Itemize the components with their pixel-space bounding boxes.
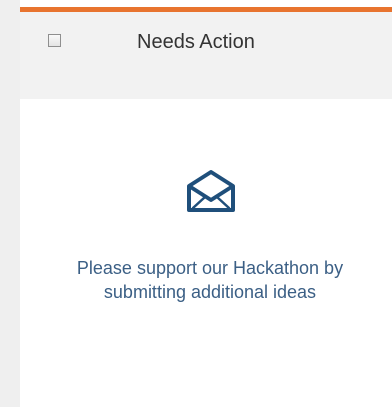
left-gutter <box>0 0 20 407</box>
stage: Needs Action Please support our Hackatho… <box>0 0 392 407</box>
open-envelope-icon <box>181 166 241 218</box>
panel-header: Needs Action <box>20 12 392 99</box>
select-all-checkbox[interactable] <box>48 34 61 47</box>
panel-title: Needs Action <box>137 31 255 53</box>
empty-state-message: Please support our Hackathon by submitti… <box>76 258 344 302</box>
